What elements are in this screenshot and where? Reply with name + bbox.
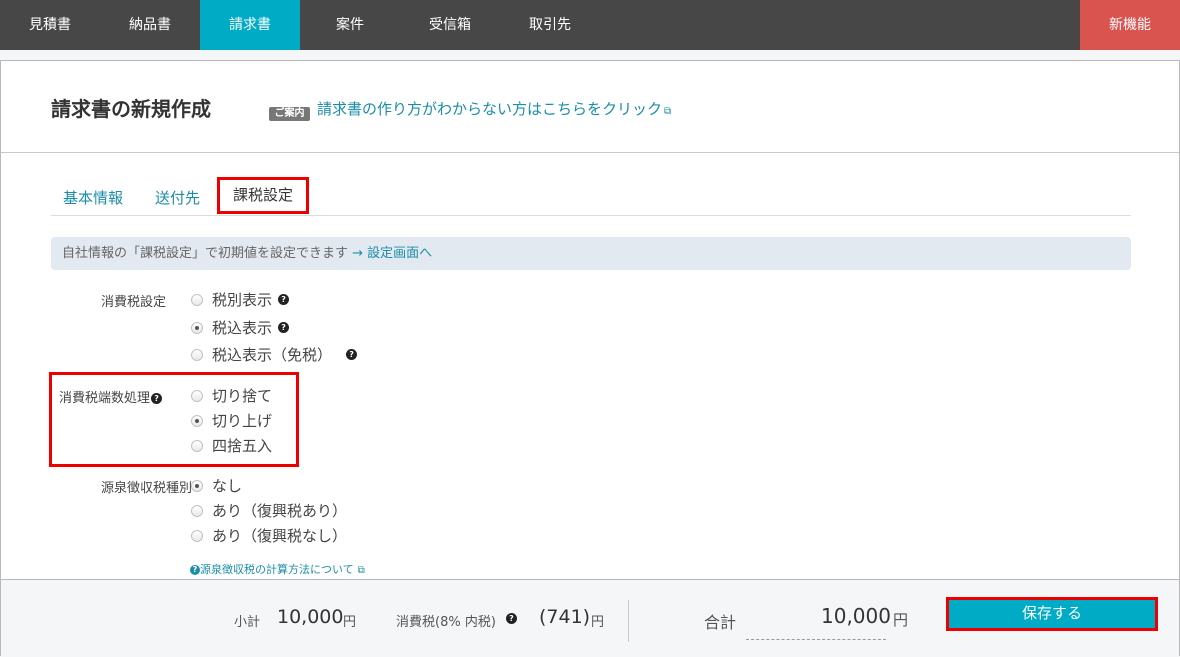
option-label: あり（復興税あり） <box>212 502 348 520</box>
radio-button[interactable] <box>191 504 203 517</box>
withholding-option-without-reconstruction[interactable]: あり（復興税なし） <box>191 525 347 546</box>
subtotal-unit: 円 <box>343 615 357 630</box>
option-label: 四捨五入 <box>212 437 273 455</box>
notice-text: 自社情報の「課税設定」で初期値を設定できます <box>62 246 349 261</box>
settings-notice: 自社情報の「課税設定」で初期値を設定できます → 設定画面へ <box>51 237 1131 270</box>
option-label: あり（復興税なし） <box>212 527 348 545</box>
footer-divider <box>628 600 629 642</box>
total-value: 10,000 <box>821 604 891 628</box>
total-label: 合計 <box>704 613 737 632</box>
help-icon: ? <box>190 565 200 575</box>
withholding-option-none[interactable]: なし <box>191 475 242 496</box>
invoice-form-panel: 請求書の新規作成 ご案内 請求書の作り方がわからない方はこちらをクリック ⧉ 基本… <box>0 60 1180 657</box>
settings-link[interactable]: → 設定画面へ <box>352 246 432 261</box>
nav-item-invoice[interactable]: 請求書 <box>200 0 300 50</box>
total-underline <box>746 639 886 640</box>
new-feature-button[interactable]: 新機能 <box>1080 0 1180 50</box>
option-label: 税別表示 <box>212 291 273 309</box>
radio-button-checked[interactable] <box>191 321 203 334</box>
tax-unit: 円 <box>591 615 605 630</box>
rounding-label: 消費税端数処理? <box>59 387 163 406</box>
option-label: 税込表示（免税） <box>212 346 333 364</box>
option-label: なし <box>212 477 243 495</box>
radio-button[interactable] <box>191 293 203 306</box>
nav-item-delivery[interactable]: 納品書 <box>100 0 200 50</box>
tax-display-option-inclusive[interactable]: 税込表示 ? <box>191 317 290 338</box>
help-icon[interactable]: ? <box>506 613 517 624</box>
page-header: 請求書の新規作成 ご案内 請求書の作り方がわからない方はこちらをクリック ⧉ <box>1 61 1179 153</box>
tax-display-option-exclusive[interactable]: 税別表示 ? <box>191 289 290 310</box>
nav-item-project[interactable]: 案件 <box>300 0 400 50</box>
rounding-label-text: 消費税端数処理 <box>59 391 151 406</box>
radio-button[interactable] <box>191 348 203 361</box>
nav-item-clients[interactable]: 取引先 <box>500 0 600 50</box>
help-icon[interactable]: ? <box>278 322 290 333</box>
rounding-option-floor[interactable]: 切り捨て <box>191 385 272 406</box>
radio-button-checked[interactable] <box>191 479 203 492</box>
option-label: 切り捨て <box>212 387 273 405</box>
guide-badge: ご案内 <box>269 107 310 121</box>
nav-item-estimate[interactable]: 見積書 <box>0 0 100 50</box>
total-unit: 円 <box>893 611 909 629</box>
subtotal-value: 10,000 <box>277 606 344 628</box>
rounding-option-round[interactable]: 四捨五入 <box>191 435 272 456</box>
radio-button-checked[interactable] <box>191 414 203 427</box>
save-button[interactable]: 保存する <box>946 597 1158 631</box>
tax-value: (741) <box>539 606 591 628</box>
radio-button[interactable] <box>191 439 203 452</box>
tab-destination[interactable]: 送付先 <box>155 187 200 208</box>
radio-button[interactable] <box>191 389 203 402</box>
subtotal-label: 小計 <box>234 615 261 630</box>
help-icon[interactable]: ? <box>151 393 163 404</box>
tab-tax-settings[interactable]: 課税設定 <box>217 177 309 214</box>
external-link-icon: ⧉ <box>664 106 672 117</box>
calc-link-text: 源泉徴収税の計算方法について <box>200 563 354 576</box>
form-tabs: 基本情報 送付先 課税設定 <box>51 177 1131 216</box>
guide-link[interactable]: 請求書の作り方がわからない方はこちらをクリック ⧉ <box>317 98 671 119</box>
tab-basic-info[interactable]: 基本情報 <box>63 187 123 208</box>
rounding-option-ceil[interactable]: 切り上げ <box>191 410 272 431</box>
nav-item-inbox[interactable]: 受信箱 <box>400 0 500 50</box>
option-label: 切り上げ <box>212 412 273 430</box>
withholding-label: 源泉徴収税種別 <box>101 481 193 496</box>
page-title: 請求書の新規作成 <box>51 97 211 121</box>
tax-display-label: 消費税設定 <box>101 295 167 310</box>
option-label: 税込表示 <box>212 319 273 337</box>
help-icon[interactable]: ? <box>346 349 358 360</box>
tax-display-option-exempt[interactable]: 税込表示（免税） ? <box>191 344 358 365</box>
help-icon[interactable]: ? <box>278 294 290 305</box>
totals-footer: 小計 10,000 円 消費税(8% 内税) ? (741) 円 合計 10,0… <box>1 579 1179 657</box>
guide-link-text: 請求書の作り方がわからない方はこちらをクリック <box>317 100 663 118</box>
top-navigation: 見積書 納品書 請求書 案件 受信箱 取引先 新機能 <box>0 0 1180 50</box>
withholding-option-with-reconstruction[interactable]: あり（復興税あり） <box>191 500 347 521</box>
external-link-icon: ⧉ <box>357 565 365 576</box>
radio-button[interactable] <box>191 529 203 542</box>
withholding-calc-link[interactable]: ? 源泉徴収税の計算方法について ⧉ <box>190 561 365 577</box>
tax-label: 消費税(8% 内税) <box>396 615 496 630</box>
